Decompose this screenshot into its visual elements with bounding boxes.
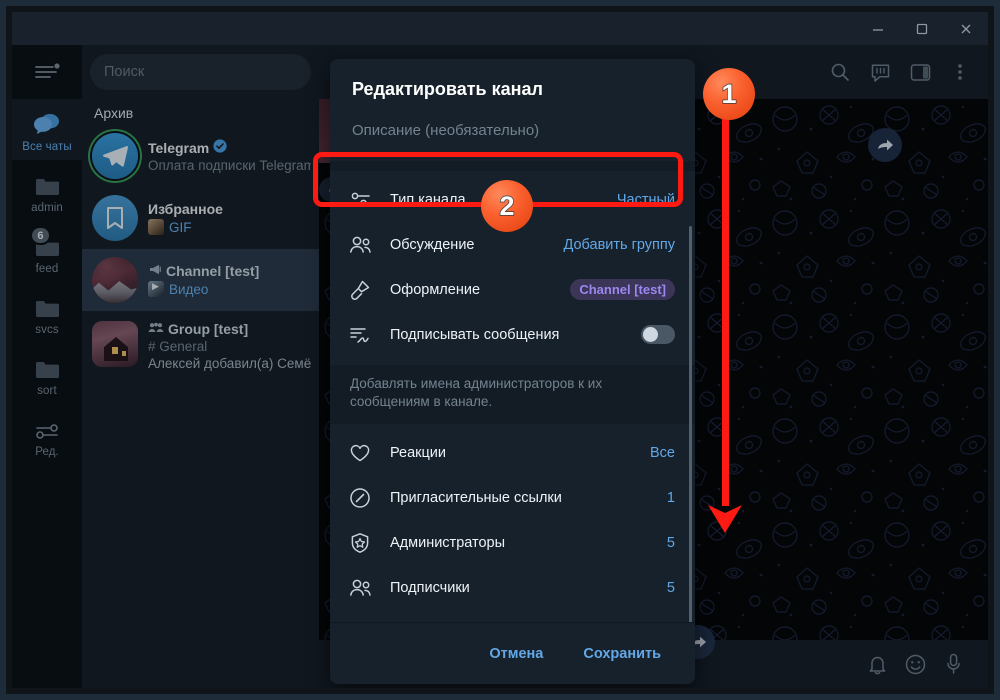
row-value[interactable]: 5 xyxy=(667,535,675,551)
signature-icon xyxy=(348,323,372,347)
page-title: Редактировать канал xyxy=(352,79,543,99)
step-badge-1: 1 xyxy=(703,68,755,120)
row-label: Обсуждение xyxy=(390,236,475,253)
heart-icon xyxy=(348,441,372,465)
row-value[interactable]: Добавить группу xyxy=(563,237,675,253)
row-value[interactable]: 1 xyxy=(667,490,675,506)
minus-circle-icon xyxy=(348,621,372,623)
dialog-footer: Отмена Сохранить xyxy=(330,622,695,684)
people-icon xyxy=(348,233,372,257)
save-button[interactable]: Сохранить xyxy=(569,637,675,671)
row-subscribers[interactable]: Подписчики 5 xyxy=(330,565,695,610)
paint-brush-icon xyxy=(348,278,372,302)
row-label: Оформление xyxy=(390,281,481,298)
status-badge[interactable]: Channel [test] xyxy=(570,279,675,300)
link-icon xyxy=(348,486,372,510)
dialog-scroll-area: Тип канала Частный Обсуждение Добавить г… xyxy=(330,171,695,622)
arrow-shaft-annotation xyxy=(722,88,729,506)
telegram-window: Все чаты admin 6 feed svcs sort Ред. Пои… xyxy=(12,12,988,688)
row-administrators[interactable]: Администраторы 5 xyxy=(330,520,695,565)
shield-star-icon xyxy=(348,531,372,555)
row-reactions[interactable]: Реакции Все xyxy=(330,430,695,475)
people-icon xyxy=(348,576,372,600)
row-invite-links[interactable]: Пригласительные ссылки 1 xyxy=(330,475,695,520)
row-blacklist[interactable]: Чёрный список 4 xyxy=(330,610,695,622)
row-label: Подписчики xyxy=(390,579,470,596)
row-appearance[interactable]: Оформление Channel [test] xyxy=(330,267,695,312)
row-label: Пригласительные ссылки xyxy=(390,489,562,506)
screenshot-root: Все чаты admin 6 feed svcs sort Ред. Пои… xyxy=(0,0,1000,700)
arrow-head-annotation xyxy=(705,495,745,535)
sign-messages-toggle[interactable] xyxy=(641,325,675,344)
step-badge-2: 2 xyxy=(481,180,533,232)
sign-messages-note: Добавлять имена администраторов к их соо… xyxy=(330,365,695,424)
cancel-button[interactable]: Отмена xyxy=(475,637,557,671)
row-value[interactable]: Все xyxy=(650,445,675,461)
row-value[interactable]: 5 xyxy=(667,580,675,596)
row-label: Реакции xyxy=(390,444,447,461)
row-label: Подписывать сообщения xyxy=(390,326,560,343)
row-sign-messages[interactable]: Подписывать сообщения xyxy=(330,312,695,357)
dialog-scrollbar[interactable] xyxy=(689,226,692,622)
row-label: Администраторы xyxy=(390,534,506,551)
